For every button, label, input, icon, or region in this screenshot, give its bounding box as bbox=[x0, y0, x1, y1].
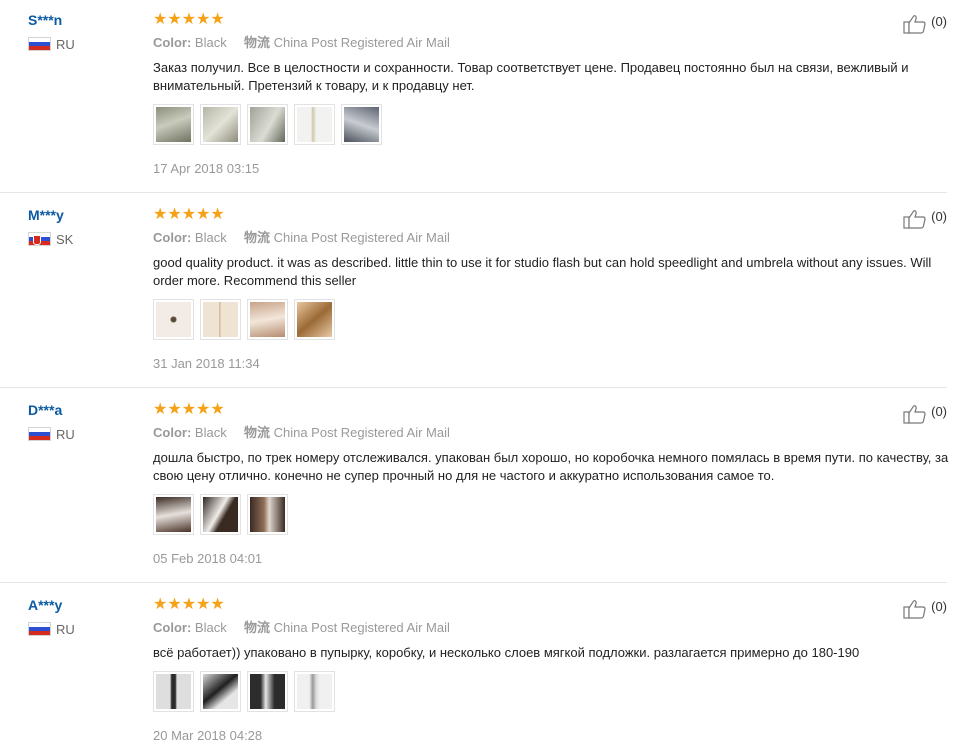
review-photo-thumbnail[interactable] bbox=[294, 104, 335, 145]
review-photo-thumbnail[interactable] bbox=[153, 671, 194, 712]
shipping-label: 物流 bbox=[243, 230, 270, 245]
shipping-value: China Post Registered Air Mail bbox=[273, 230, 450, 245]
country-code: SK bbox=[56, 231, 74, 247]
shipping-value: China Post Registered Air Mail bbox=[273, 425, 450, 440]
country-code: RU bbox=[56, 621, 75, 637]
review-photo-thumbnail[interactable] bbox=[200, 671, 241, 712]
reviewer-name[interactable]: M***y bbox=[28, 205, 64, 225]
reviewer-name[interactable]: S***n bbox=[28, 10, 62, 30]
review-photo-thumbnail[interactable] bbox=[247, 494, 288, 535]
review-photo-thumbnail[interactable] bbox=[200, 299, 241, 340]
review-photos bbox=[153, 671, 335, 712]
color-value: Black bbox=[194, 230, 227, 245]
order-info: Color: Black 物流 China Post Registered Ai… bbox=[153, 619, 450, 637]
color-label: Color: bbox=[153, 425, 192, 440]
order-info: Color: Black 物流 China Post Registered Ai… bbox=[153, 229, 450, 247]
helpful-count: (0) bbox=[931, 404, 947, 419]
helpful-count: (0) bbox=[931, 209, 947, 224]
color-value: Black bbox=[194, 35, 227, 50]
helpful-button[interactable]: (0) bbox=[903, 599, 947, 619]
divider bbox=[0, 192, 947, 193]
reviewer-country: RU bbox=[28, 36, 75, 52]
thumbs-up-icon bbox=[903, 210, 926, 229]
order-info: Color: Black 物流 China Post Registered Ai… bbox=[153, 424, 450, 442]
review-item: D***a RU ★★★★★ Color: Black 物流 China Pos… bbox=[0, 400, 977, 583]
shipping-value: China Post Registered Air Mail bbox=[273, 35, 450, 50]
review-photo-thumbnail[interactable] bbox=[153, 299, 194, 340]
review-photo-thumbnail[interactable] bbox=[247, 104, 288, 145]
reviewer-name[interactable]: D***a bbox=[28, 400, 62, 420]
divider bbox=[0, 387, 947, 388]
review-item: M***y SK ★★★★★ Color: Black 物流 China Pos… bbox=[0, 205, 977, 388]
color-value: Black bbox=[194, 620, 227, 635]
review-photo-thumbnail[interactable] bbox=[200, 104, 241, 145]
review-item: S***n RU ★★★★★ Color: Black 物流 China Pos… bbox=[0, 10, 977, 193]
shipping-label: 物流 bbox=[243, 425, 270, 440]
divider bbox=[0, 582, 947, 583]
russia-flag-icon bbox=[28, 622, 51, 636]
reviewer-country: SK bbox=[28, 231, 73, 247]
country-code: RU bbox=[56, 36, 75, 52]
helpful-count: (0) bbox=[931, 599, 947, 614]
shipping-label: 物流 bbox=[243, 620, 270, 635]
review-photo-thumbnail[interactable] bbox=[153, 104, 194, 145]
review-photos bbox=[153, 494, 288, 535]
russia-flag-icon bbox=[28, 427, 51, 441]
helpful-button[interactable]: (0) bbox=[903, 404, 947, 424]
thumbs-up-icon bbox=[903, 405, 926, 424]
review-item: A***y RU ★★★★★ Color: Black 物流 China Pos… bbox=[0, 595, 977, 745]
review-text: всё работает)) упаковано в пупырку, коро… bbox=[153, 645, 860, 660]
helpful-button[interactable]: (0) bbox=[903, 14, 947, 34]
color-label: Color: bbox=[153, 35, 192, 50]
reviewer-country: RU bbox=[28, 426, 75, 442]
order-info: Color: Black 物流 China Post Registered Ai… bbox=[153, 34, 450, 52]
star-rating: ★★★★★ bbox=[153, 401, 225, 418]
shipping-value: China Post Registered Air Mail bbox=[273, 620, 450, 635]
star-rating: ★★★★★ bbox=[153, 206, 225, 223]
star-rating: ★★★★★ bbox=[153, 596, 225, 613]
reviewer-country: RU bbox=[28, 621, 75, 637]
review-photos bbox=[153, 104, 382, 145]
slovakia-flag-icon bbox=[28, 232, 51, 246]
thumbs-up-icon bbox=[903, 15, 926, 34]
review-date: 17 Apr 2018 03:15 bbox=[153, 161, 260, 176]
review-text: дошла быстро, по трек номеру отслеживалс… bbox=[153, 450, 949, 483]
color-value: Black bbox=[194, 425, 227, 440]
color-label: Color: bbox=[153, 620, 192, 635]
review-date: 31 Jan 2018 11:34 bbox=[153, 356, 260, 371]
review-photos bbox=[153, 299, 335, 340]
reviewer-name[interactable]: A***y bbox=[28, 595, 62, 615]
shipping-label: 物流 bbox=[243, 35, 270, 50]
review-date: 05 Feb 2018 04:01 bbox=[153, 551, 263, 566]
review-text: Заказ получил. Все в целостности и сохра… bbox=[153, 60, 909, 93]
helpful-count: (0) bbox=[931, 14, 947, 29]
review-photo-thumbnail[interactable] bbox=[247, 671, 288, 712]
review-photo-thumbnail[interactable] bbox=[153, 494, 194, 535]
star-rating: ★★★★★ bbox=[153, 11, 225, 28]
feedback-list: S***n RU ★★★★★ Color: Black 物流 China Pos… bbox=[0, 0, 977, 748]
review-text: good quality product. it was as describe… bbox=[153, 255, 932, 288]
review-photo-thumbnail[interactable] bbox=[294, 299, 335, 340]
review-photo-thumbnail[interactable] bbox=[247, 299, 288, 340]
color-label: Color: bbox=[153, 230, 192, 245]
review-photo-thumbnail[interactable] bbox=[341, 104, 382, 145]
thumbs-up-icon bbox=[903, 600, 926, 619]
review-photo-thumbnail[interactable] bbox=[200, 494, 241, 535]
helpful-button[interactable]: (0) bbox=[903, 209, 947, 229]
country-code: RU bbox=[56, 426, 75, 442]
russia-flag-icon bbox=[28, 37, 51, 51]
review-date: 20 Mar 2018 04:28 bbox=[153, 728, 263, 743]
review-photo-thumbnail[interactable] bbox=[294, 671, 335, 712]
